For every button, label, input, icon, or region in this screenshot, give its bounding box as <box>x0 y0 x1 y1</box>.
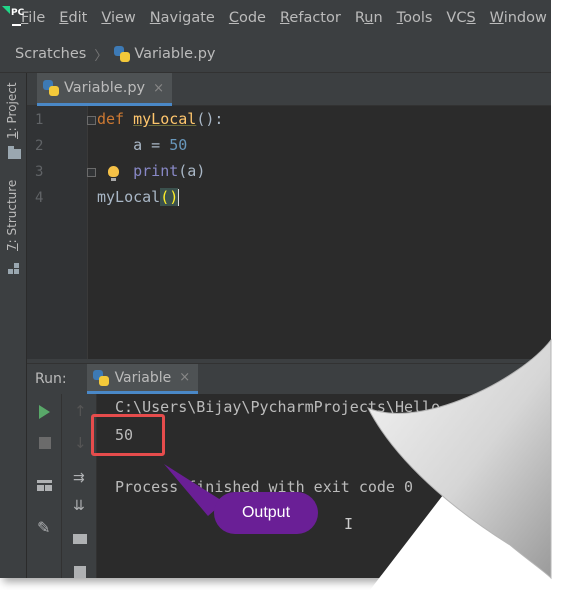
breadcrumb-scratches[interactable]: Scratches <box>15 46 86 62</box>
structure-tool-button[interactable]: 7: Structure <box>5 180 19 251</box>
close-icon[interactable]: × <box>153 81 164 96</box>
line-number: 1 <box>35 112 44 128</box>
layout-icon[interactable] <box>37 480 52 491</box>
fold-icon[interactable] <box>87 168 96 177</box>
tab-variable-py[interactable]: Variable.py × <box>37 73 173 106</box>
code-editor[interactable]: 1 2 3 4 def myLocal(): a = 50 print(a) m… <box>27 106 551 359</box>
menu-vcs[interactable]: VCS <box>446 10 475 26</box>
python-icon <box>92 369 109 386</box>
line-number: 3 <box>35 164 44 180</box>
menu-view[interactable]: View <box>101 10 135 26</box>
down-arrow-icon[interactable]: ↓ <box>74 434 87 452</box>
run-toolbar: ✎ <box>27 394 62 578</box>
run-panel-header: Run: Variable × <box>27 363 551 394</box>
line-gutter: 1 2 3 4 <box>27 106 96 359</box>
menu-edit[interactable]: Edit <box>59 10 87 26</box>
folder-icon <box>8 146 21 159</box>
run-label: Run: <box>35 371 67 387</box>
python-file-icon <box>114 46 131 62</box>
scroll-to-end-icon[interactable]: ⇊ <box>73 498 85 514</box>
print-icon[interactable] <box>73 534 87 544</box>
text-caret <box>178 189 180 206</box>
project-tool-button[interactable]: 1: Project <box>5 82 19 139</box>
soft-wrap-icon[interactable]: ⇉ <box>73 470 85 486</box>
logo-text: PC <box>11 8 25 18</box>
breadcrumb-file[interactable]: Variable.py <box>134 46 215 62</box>
output-callout: Output <box>214 492 318 534</box>
menu-refactor[interactable]: Refactor <box>280 10 341 26</box>
close-icon[interactable]: × <box>179 370 190 385</box>
left-tool-strip: 1: Project 7: Structure <box>0 73 27 578</box>
python-file-icon <box>43 80 59 96</box>
up-arrow-icon[interactable]: ↑ <box>74 402 87 420</box>
run-tab-variable[interactable]: Variable × <box>86 364 199 394</box>
line-number: 4 <box>35 190 44 206</box>
ide-window: PC File Edit View Navigate Code Refactor… <box>0 0 551 578</box>
run-tab-label: Variable <box>114 369 172 386</box>
menu-window[interactable]: Window <box>490 10 547 26</box>
chevron-right-icon: 〉 <box>94 48 108 64</box>
trash-icon[interactable] <box>74 566 86 578</box>
tab-label: Variable.py <box>64 80 146 96</box>
code-line-3: print(a) <box>133 162 206 180</box>
menu-navigate[interactable]: Navigate <box>150 10 215 26</box>
text-cursor-icon: I <box>344 515 354 533</box>
menu-bar: PC File Edit View Navigate Code Refactor… <box>0 0 551 36</box>
fold-icon[interactable] <box>87 116 96 125</box>
code-line-2: a = 50 <box>133 136 188 154</box>
editor-tab-bar: Variable.py × <box>27 73 551 106</box>
pin-icon[interactable]: ✎ <box>37 518 50 537</box>
menu-code[interactable]: Code <box>229 10 266 26</box>
breadcrumb: Scratches 〉 Variable.py <box>0 36 551 73</box>
code-line-4: myLocal() <box>97 188 180 206</box>
run-icon[interactable] <box>39 405 50 419</box>
line-number: 2 <box>35 138 44 154</box>
menu-file[interactable]: File <box>21 10 45 26</box>
console-path-line: C:\Users\Bijay\PycharmProjects\Hello <box>115 398 441 416</box>
code-line-1: def myLocal(): <box>97 110 224 128</box>
menu-tools[interactable]: Tools <box>397 10 433 26</box>
structure-icon <box>8 263 20 275</box>
menu-run[interactable]: Run <box>355 10 383 26</box>
stop-icon[interactable] <box>39 437 51 449</box>
